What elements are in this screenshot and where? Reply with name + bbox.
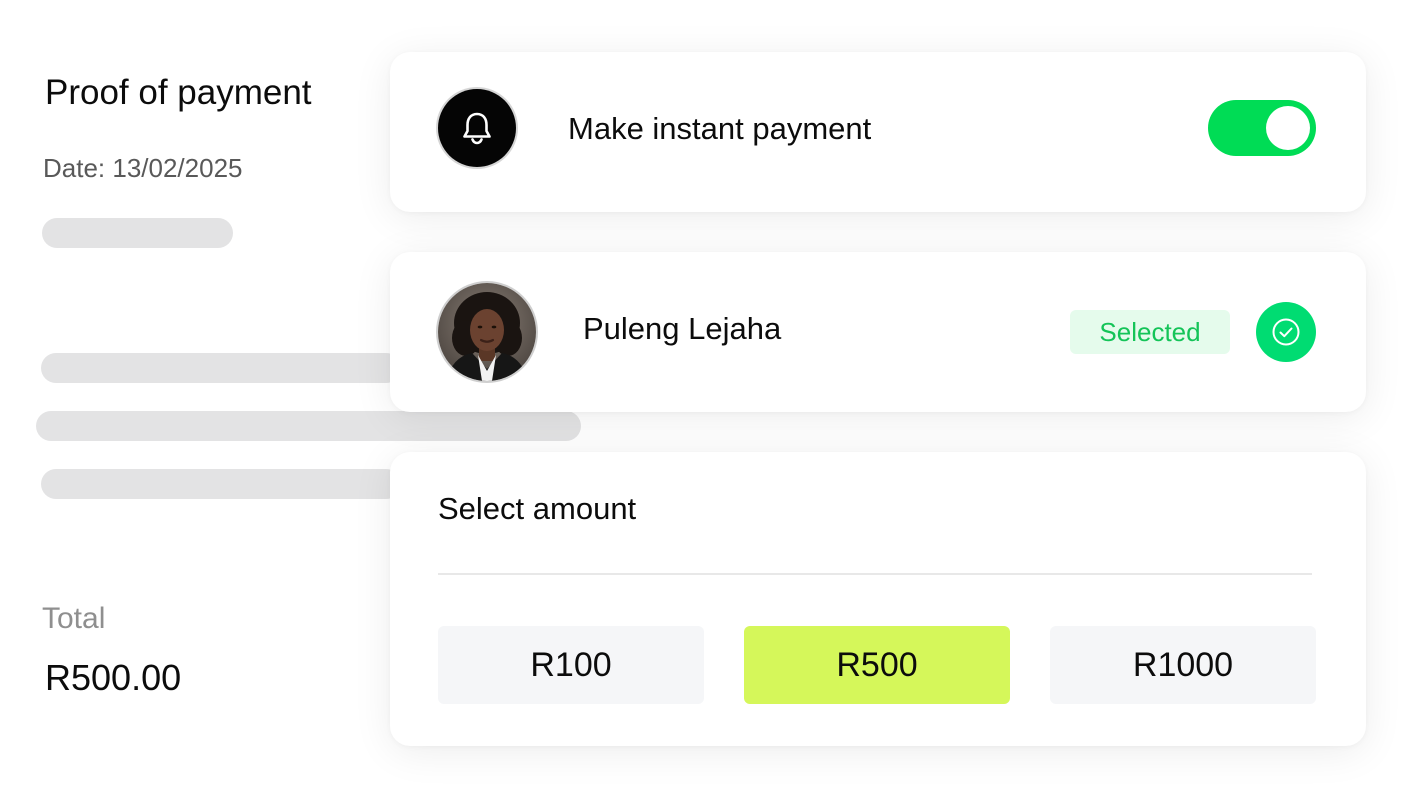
select-amount-title: Select amount (438, 491, 637, 526)
bell-icon (438, 89, 516, 167)
instant-payment-card: Make instant payment (390, 52, 1366, 212)
recipient-card[interactable]: Puleng Lejaha Selected (390, 252, 1366, 412)
total-amount: R500.00 (45, 657, 182, 698)
instant-payment-label: Make instant payment (568, 111, 872, 146)
placeholder-line (36, 411, 581, 441)
amount-option-r100[interactable]: R100 (438, 626, 704, 704)
amount-option-r500[interactable]: R500 (744, 626, 1010, 704)
receipt-date: Date: 13/02/2025 (43, 153, 243, 183)
select-amount-card: Select amount R100 R500 R1000 (390, 452, 1366, 746)
avatar (438, 283, 536, 381)
receipt-title: Proof of payment (45, 73, 312, 112)
placeholder-line (42, 218, 233, 248)
placeholder-line (41, 469, 401, 499)
amount-option-r1000[interactable]: R1000 (1050, 626, 1316, 704)
instant-payment-toggle[interactable] (1208, 100, 1316, 156)
toggle-knob (1266, 106, 1310, 150)
recipient-name: Puleng Lejaha (583, 311, 782, 346)
status-badge: Selected (1070, 310, 1230, 354)
placeholder-line (41, 353, 401, 383)
check-circle-icon[interactable] (1256, 302, 1316, 362)
total-label: Total (42, 602, 106, 635)
divider (438, 573, 1312, 575)
